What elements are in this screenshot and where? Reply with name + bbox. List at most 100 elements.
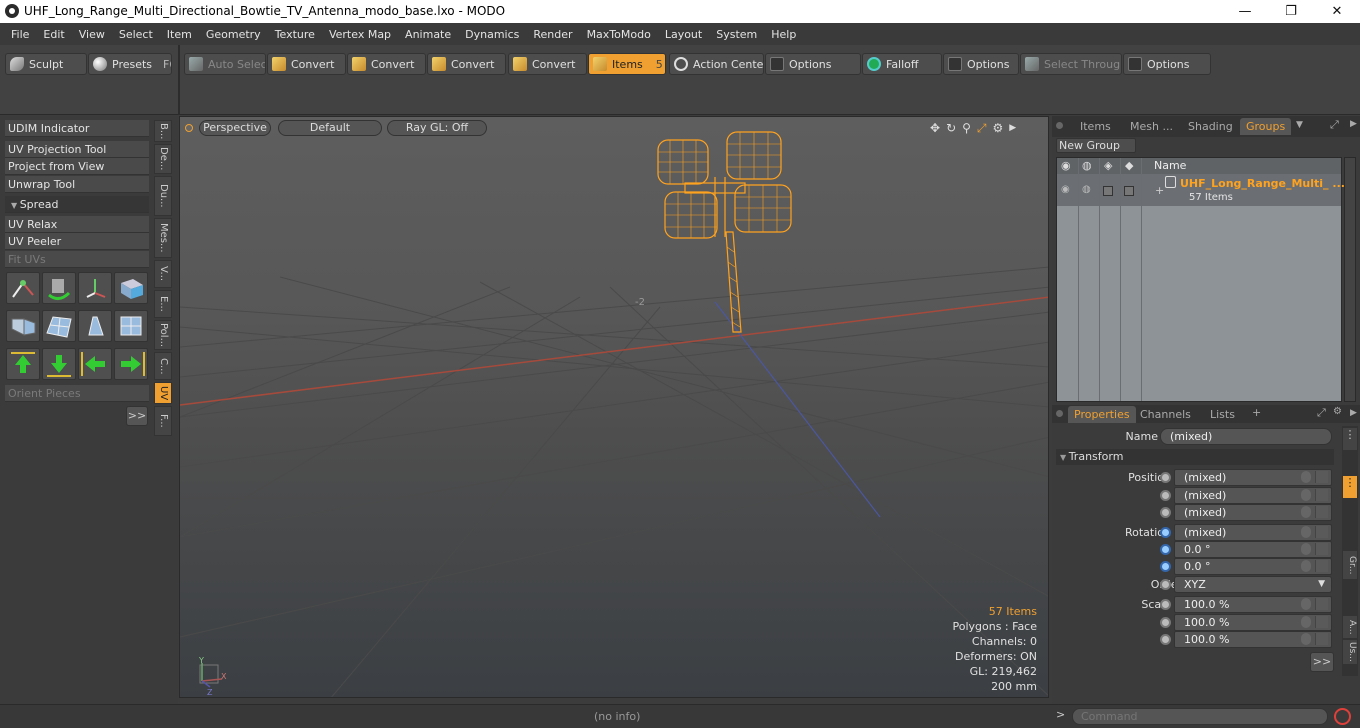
uv-grid-icon[interactable] (42, 310, 76, 342)
tab-channels[interactable]: Channels (1136, 406, 1195, 423)
action-center-button[interactable]: Action Center (669, 53, 764, 75)
align-up-icon[interactable] (6, 348, 40, 380)
lock-col-icon[interactable]: ◈ (1104, 159, 1112, 172)
keyframe-dot[interactable] (1160, 634, 1171, 645)
channel-arrows-icon[interactable] (1315, 489, 1328, 501)
panel-menu-icon[interactable] (1056, 122, 1063, 129)
vtab-f[interactable]: F... (154, 406, 172, 436)
uv-relax-button[interactable]: UV Relax (5, 216, 149, 233)
name-column-header[interactable]: Name (1154, 159, 1186, 172)
uv-peeler-button[interactable]: UV Peeler (5, 233, 149, 250)
keyframe-dot[interactable] (1160, 617, 1171, 628)
expand-plus-icon[interactable]: + (1155, 184, 1164, 197)
keyframe-dot[interactable] (1160, 490, 1171, 501)
transform-section[interactable]: ▼ Transform (1056, 449, 1334, 465)
panel-settings-icon[interactable]: ⚙ (1333, 406, 1342, 417)
vtab-b[interactable]: B... (154, 120, 172, 142)
menu-help[interactable]: Help (764, 28, 803, 41)
menu-edit[interactable]: Edit (36, 28, 71, 41)
convert-button-3[interactable]: Convert (427, 53, 506, 75)
keyframe-dot[interactable] (1160, 472, 1171, 483)
maximize-button[interactable]: ❐ (1268, 0, 1314, 23)
channel-state-icon[interactable] (1301, 633, 1311, 645)
select-through-button[interactable]: Select Through (1020, 53, 1122, 75)
side-tab-a[interactable]: A... (1343, 616, 1357, 638)
lock-checkbox[interactable] (1103, 186, 1113, 196)
channel-state-icon[interactable] (1301, 471, 1311, 483)
menu-animate[interactable]: Animate (398, 28, 458, 41)
uv-unwrap-icon[interactable] (6, 310, 40, 342)
order-dropdown[interactable]: XYZ ▼ (1174, 576, 1332, 593)
project-from-view-button[interactable]: Project from View (5, 158, 149, 175)
channel-state-icon[interactable] (1301, 526, 1311, 538)
channel-state-icon[interactable] (1301, 506, 1311, 518)
uv-move-icon[interactable] (78, 272, 112, 304)
tabs-dropdown-icon[interactable]: ▼ (1296, 120, 1303, 130)
menu-file[interactable]: File (4, 28, 36, 41)
select-through-options-button[interactable]: Options (1123, 53, 1211, 75)
convert-button-2[interactable]: Convert (347, 53, 426, 75)
channel-arrows-icon[interactable] (1315, 633, 1328, 645)
vtab-v[interactable]: V... (154, 260, 172, 288)
align-left-icon[interactable] (78, 348, 112, 380)
panel-menu-icon[interactable] (1056, 410, 1063, 417)
tab-properties[interactable]: Properties (1068, 406, 1136, 423)
presets-button[interactable]: Presets F6 (88, 53, 172, 75)
channel-arrows-icon[interactable] (1315, 598, 1328, 610)
channel-state-icon[interactable] (1301, 543, 1311, 555)
keyframe-dot[interactable] (1160, 527, 1171, 538)
side-tab-gr[interactable]: Gr... (1343, 551, 1357, 579)
raygl-toggle[interactable]: Ray GL: Off (387, 120, 487, 136)
side-tab-us[interactable]: Us... (1343, 640, 1357, 664)
keyframe-dot[interactable] (1160, 599, 1171, 610)
side-tab-active[interactable]: ⋮ (1343, 476, 1357, 498)
channel-state-icon[interactable] (1301, 560, 1311, 572)
tab-shading[interactable]: Shading (1184, 118, 1237, 135)
uv-box-icon[interactable] (114, 272, 148, 304)
vtab-e[interactable]: E... (154, 290, 172, 318)
channel-arrows-icon[interactable] (1315, 543, 1328, 555)
menu-select[interactable]: Select (112, 28, 160, 41)
channel-arrows-icon[interactable] (1315, 560, 1328, 572)
spread-section[interactable]: ▼ Spread (5, 196, 149, 213)
vtab-pol[interactable]: Pol... (154, 320, 172, 350)
render-icon[interactable]: ◍ (1082, 184, 1091, 195)
sculpt-button[interactable]: Sculpt (5, 53, 87, 75)
vtab-uv[interactable]: UV (154, 382, 172, 404)
menu-dynamics[interactable]: Dynamics (458, 28, 526, 41)
add-tab-icon[interactable]: + (1252, 406, 1261, 419)
items-mode-button[interactable]: Items 5 (588, 53, 666, 75)
convert-button-1[interactable]: Convert (267, 53, 346, 75)
select-col-icon[interactable]: ◆ (1125, 159, 1133, 172)
fit-icon[interactable]: ⤢ (977, 121, 987, 136)
group-name[interactable]: UHF_Long_Range_Multi_ ... (1180, 177, 1345, 190)
udim-indicator-button[interactable]: UDIM Indicator (5, 120, 149, 137)
new-group-button[interactable]: New Group (1056, 138, 1136, 153)
side-tab-dots[interactable]: ⋮ (1343, 428, 1357, 450)
name-field[interactable]: (mixed) (1160, 428, 1332, 445)
uv-rotate-icon[interactable] (42, 272, 76, 304)
perspective-dropdown[interactable]: Perspective (199, 120, 271, 136)
menu-item[interactable]: Item (160, 28, 199, 41)
panel-arrow-icon[interactable]: ▶ (1350, 408, 1357, 418)
zoom-icon[interactable]: ⚲ (962, 121, 971, 135)
channel-state-icon[interactable] (1301, 489, 1311, 501)
channel-state-icon[interactable] (1301, 598, 1311, 610)
channel-arrows-icon[interactable] (1315, 616, 1328, 628)
uv-projection-tool-button[interactable]: UV Projection Tool (5, 141, 149, 158)
menu-view[interactable]: View (72, 28, 112, 41)
more-tools-button[interactable]: >> (126, 406, 148, 426)
shading-dropdown[interactable]: Default (278, 120, 382, 136)
viewport-menu-icon[interactable] (185, 124, 193, 132)
menu-render[interactable]: Render (526, 28, 579, 41)
auto-select-button[interactable]: Auto Select (184, 53, 266, 75)
channel-arrows-icon[interactable] (1315, 506, 1328, 518)
fit-uvs-button[interactable]: Fit UVs (5, 251, 149, 268)
menu-geometry[interactable]: Geometry (199, 28, 268, 41)
vtab-de[interactable]: De... (154, 144, 172, 174)
orient-pieces-button[interactable]: Orient Pieces (5, 385, 149, 402)
unwrap-tool-button[interactable]: Unwrap Tool (5, 176, 149, 193)
panel-arrow-icon[interactable]: ▶ (1350, 119, 1357, 129)
antenna-mesh[interactable] (657, 131, 792, 333)
viewport-settings-icon[interactable]: ⚙ (993, 121, 1004, 135)
